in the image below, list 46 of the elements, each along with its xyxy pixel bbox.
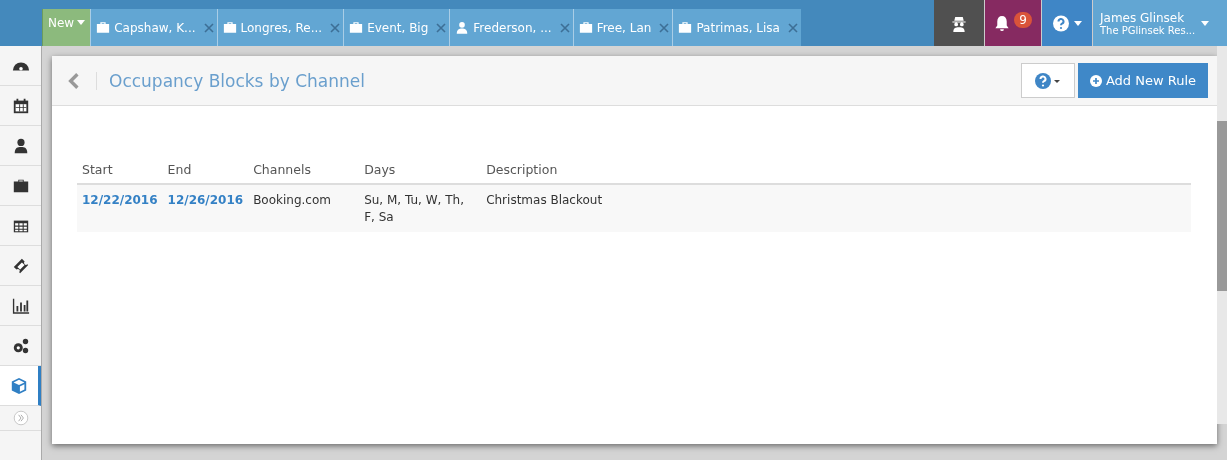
scrollbar[interactable] (1217, 46, 1227, 424)
briefcase-icon (578, 21, 593, 34)
add-rule-button[interactable]: Add New Rule (1077, 63, 1208, 98)
record-tab[interactable]: Free, Lan (572, 9, 673, 46)
close-icon[interactable] (559, 22, 570, 33)
table-cell: Christmas Blackout (486, 193, 603, 207)
notifications-button[interactable]: 9 (984, 0, 1041, 46)
table-cell-text: Su, M, Tu, W, Th, F, Sa (364, 192, 465, 226)
record-tab[interactable]: Longres, Re... (216, 9, 344, 46)
caret-icon (1201, 20, 1210, 26)
close-icon[interactable] (330, 22, 341, 33)
help-icon (1034, 72, 1061, 89)
record-tab[interactable]: Frederson, ... (449, 9, 573, 46)
person-icon (455, 21, 470, 34)
cube-icon (10, 376, 28, 395)
caret-icon (1073, 20, 1082, 26)
record-tab[interactable]: Event, Big (343, 9, 450, 46)
help-icon (1052, 14, 1069, 32)
back-icon[interactable] (68, 71, 97, 90)
new-tab[interactable]: New (42, 9, 91, 46)
user-menu[interactable]: James Glinsek The PGlinsek Res... (1092, 0, 1227, 46)
incognito-button[interactable] (934, 0, 984, 46)
spy-icon (951, 14, 967, 32)
calendar-icon (11, 96, 30, 115)
help-button[interactable] (1020, 63, 1075, 98)
close-icon[interactable] (659, 22, 670, 33)
record-tab[interactable]: Patrimas, Lisa (672, 9, 801, 46)
briefcase-icon (349, 21, 364, 34)
briefcase-icon (96, 21, 111, 34)
help-menu-button[interactable] (1041, 0, 1092, 46)
plus-icon (1089, 74, 1102, 87)
company-name: The PGlinsek Res... (1100, 24, 1196, 36)
caret-icon (77, 20, 86, 25)
notification-count: 9 (1014, 12, 1032, 28)
close-icon[interactable] (203, 22, 214, 33)
ticket-icon (11, 256, 30, 275)
close-icon[interactable] (787, 22, 798, 33)
dialog-title: Occupancy Blocks by Channel (109, 70, 366, 91)
close-icon[interactable] (436, 22, 447, 33)
briefcase-icon (222, 21, 237, 34)
briefcase-icon (678, 21, 693, 34)
bell-icon (994, 14, 1011, 32)
chart-icon (11, 296, 30, 315)
user-name: James Glinsek (1100, 10, 1186, 25)
record-tab[interactable]: Capshaw, K... (90, 9, 217, 46)
table-cell: Booking.com (253, 193, 331, 207)
